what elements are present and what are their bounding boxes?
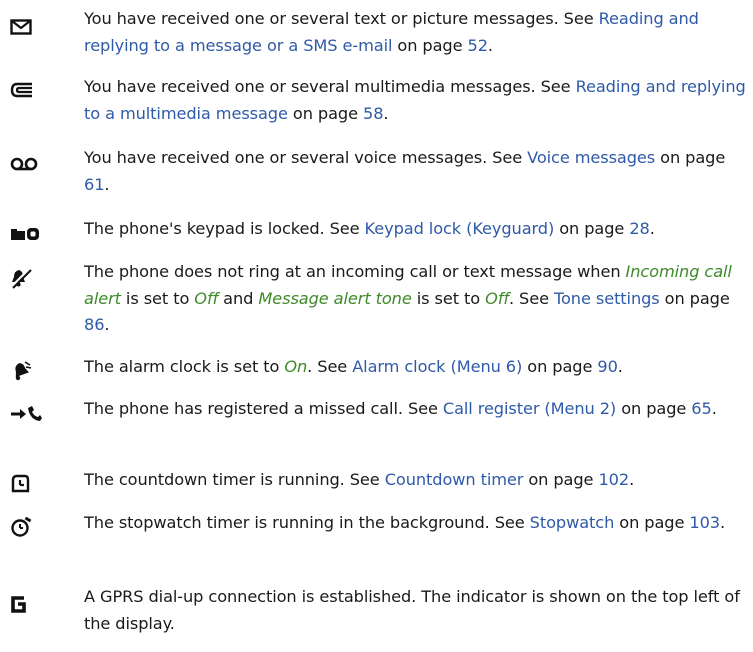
entry-sentence: The countdown timer is running. See	[84, 470, 385, 489]
page-link[interactable]: 86	[84, 315, 105, 334]
key-lock-icon	[10, 221, 44, 245]
entry-connector: on page	[614, 513, 690, 532]
entry-text: The phone does not ring at an incoming c…	[84, 259, 748, 339]
link-call-register[interactable]: Call register (Menu 2)	[443, 399, 616, 418]
stopwatch-icon	[10, 515, 44, 539]
voice-message-icon	[10, 152, 44, 176]
entry-sentence: The phone has registered a missed call. …	[84, 399, 443, 418]
entry-period: .	[104, 315, 110, 334]
setting-name-message-alert-tone: Message alert tone	[258, 288, 412, 308]
entry-period: .	[487, 35, 493, 55]
entry-sentence: The phone does not ring at an incoming c…	[84, 262, 626, 281]
entry-connector: on page	[554, 219, 630, 238]
alarm-clock-icon	[10, 359, 44, 383]
entry-text: You have received one or several text or…	[84, 6, 748, 59]
page-link[interactable]: 58	[363, 104, 384, 123]
entry-connector: and	[218, 288, 259, 308]
setting-value-off: Off	[194, 288, 219, 308]
setting-value-on: On	[284, 357, 308, 376]
entry-text: The countdown timer is running. See Coun…	[84, 467, 748, 494]
link-voice-messages[interactable]: Voice messages	[527, 148, 655, 167]
entry-period: .	[711, 399, 717, 418]
entry-text: You have received one or several multime…	[84, 74, 748, 127]
page-link[interactable]: 52	[468, 36, 489, 55]
entry-sentence: You have received one or several voice m…	[84, 148, 528, 167]
entry-sentence: You have received one or several text or…	[84, 9, 599, 28]
entry-period: .	[720, 513, 726, 532]
entry-connector: . See	[307, 357, 353, 376]
entry-period: .	[104, 174, 110, 194]
page-link[interactable]: 102	[598, 470, 629, 489]
entry-sentence: The stopwatch timer is running in the ba…	[84, 513, 530, 532]
entry-connector: on page	[522, 357, 598, 376]
entry-connector: on page	[655, 148, 726, 167]
countdown-timer-icon	[10, 472, 44, 496]
entry-connector: on page	[392, 35, 468, 55]
link-stopwatch[interactable]: Stopwatch	[530, 513, 615, 532]
entry-sentence: The phone's keypad is locked. See	[84, 219, 365, 238]
entry-connector: is set to	[411, 288, 486, 308]
entry-text: The stopwatch timer is running in the ba…	[84, 510, 748, 537]
entry-connector: on page	[616, 399, 692, 418]
setting-value-off: Off	[485, 288, 509, 308]
entry-sentence: The alarm clock is set to	[84, 357, 285, 376]
entry-connector: on page	[659, 288, 730, 308]
envelope-icon	[10, 15, 44, 39]
gprs-icon	[10, 592, 44, 616]
entry-period: .	[649, 219, 655, 238]
page-link[interactable]: 90	[597, 357, 618, 376]
link-countdown-timer[interactable]: Countdown timer	[385, 470, 524, 489]
entry-connector: is set to	[120, 288, 195, 308]
page-link[interactable]: 28	[629, 219, 650, 238]
entry-connector: . See	[508, 288, 554, 308]
page-link[interactable]: 61	[84, 175, 105, 194]
entry-text: The phone's keypad is locked. See Keypad…	[84, 216, 748, 243]
link-alarm-clock[interactable]: Alarm clock (Menu 6)	[352, 357, 522, 376]
entry-text: A GPRS dial-up connection is established…	[84, 584, 748, 637]
silent-icon	[10, 266, 44, 290]
link-tone-settings[interactable]: Tone settings	[554, 289, 660, 308]
entry-period: .	[629, 470, 635, 489]
entry-period: .	[617, 357, 623, 376]
entry-sentence: A GPRS dial-up connection is established…	[84, 587, 740, 633]
entry-sentence: You have received one or several multime…	[84, 77, 576, 96]
missed-call-icon	[10, 401, 44, 425]
multimedia-message-icon	[10, 78, 44, 102]
link-keypad-lock[interactable]: Keypad lock (Keyguard)	[365, 219, 555, 238]
entry-text: You have received one or several voice m…	[84, 145, 748, 198]
manual-page: You have received one or several text or…	[0, 0, 753, 652]
entry-period: .	[383, 103, 389, 123]
entry-connector: on page	[287, 103, 363, 123]
entry-text: The phone has registered a missed call. …	[84, 396, 748, 423]
page-link[interactable]: 103	[689, 513, 720, 532]
entry-text: The alarm clock is set to On. See Alarm …	[84, 354, 748, 381]
page-link[interactable]: 65	[691, 399, 712, 418]
entry-connector: on page	[523, 470, 599, 489]
